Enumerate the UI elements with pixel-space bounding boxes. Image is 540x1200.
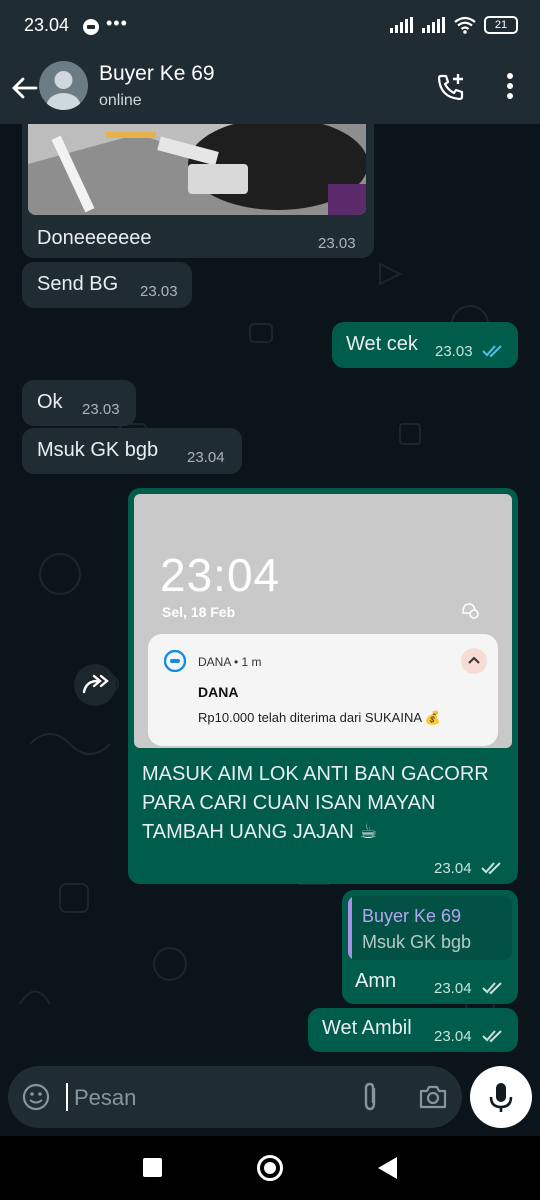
whatsapp-notification-icon — [83, 19, 99, 35]
lock-screen-time: 23:04 — [160, 549, 281, 601]
collapse-icon — [461, 648, 487, 674]
message-time: 23.03 — [435, 343, 473, 360]
lock-screen-date: Sel, 18 Feb — [162, 604, 236, 620]
home-button[interactable] — [257, 1155, 283, 1181]
message-composer — [8, 1066, 462, 1128]
sticker-icon[interactable] — [22, 1083, 50, 1111]
wifi-icon — [454, 16, 476, 34]
delivered-receipt-icon — [481, 862, 501, 875]
message-text: Wet cek — [346, 333, 418, 355]
message-text: Msuk GK bgb — [37, 439, 159, 461]
message-time: 23.04 — [187, 449, 225, 466]
recent-apps-button[interactable] — [143, 1158, 162, 1177]
message-text: Ok — [37, 391, 63, 413]
contact-status: online — [99, 92, 142, 109]
message-outgoing-reply[interactable]: Buyer Ke 69 Msuk GK bgb Amn 23.04 — [342, 890, 518, 1004]
add-call-icon[interactable] — [436, 72, 466, 102]
message-time: 23.03 — [82, 401, 120, 418]
dana-logo-icon — [164, 650, 186, 672]
message-incoming-image[interactable]: Doneeeeeee 23.03 — [22, 124, 374, 258]
message-time: 23.04 — [434, 980, 472, 997]
voice-message-button[interactable] — [470, 1066, 532, 1128]
notification-body: Rp10.000 telah diterima dari SUKAINA 💰 — [198, 710, 442, 725]
quote-text: Msuk GK bgb — [362, 932, 472, 952]
message-text: Doneeeeeee — [37, 227, 152, 249]
message-outgoing[interactable]: Wet cek 23.03 — [332, 322, 518, 368]
message-outgoing-image[interactable]: 23:04 Sel, 18 Feb DANA • 1 m DANA Rp10.0… — [128, 488, 518, 884]
forward-button[interactable] — [74, 664, 116, 706]
signal-icon-2 — [422, 17, 445, 33]
message-time: 23.03 — [318, 235, 356, 252]
quote-author: Buyer Ke 69 — [362, 906, 462, 926]
message-text: Wet Ambil — [322, 1017, 412, 1039]
system-navigation-bar — [0, 1136, 540, 1200]
message-time: 23.04 — [434, 1028, 472, 1045]
status-bar: 23.04 ••• 21 — [0, 0, 540, 54]
notification-card: DANA • 1 m DANA Rp10.000 telah diterima … — [148, 634, 498, 746]
battery-level: 21 — [494, 19, 508, 31]
back-arrow-icon[interactable] — [10, 74, 38, 102]
message-time: 23.04 — [434, 860, 472, 877]
more-options-icon[interactable] — [500, 70, 520, 102]
message-input[interactable] — [74, 1083, 344, 1113]
reply-quote[interactable]: Buyer Ke 69 Msuk GK bgb — [348, 896, 512, 960]
message-text: MASUK AIM LOK ANTI BAN GACORR PARA CARI … — [142, 763, 489, 843]
signal-icon — [390, 17, 413, 33]
message-text: Send BG — [37, 273, 119, 295]
photo-content — [28, 124, 366, 215]
contact-name[interactable]: Buyer Ke 69 — [99, 62, 215, 86]
message-incoming[interactable]: Send BG 23.03 — [22, 262, 192, 308]
notification-title: DANA — [198, 684, 239, 700]
avatar[interactable] — [39, 61, 88, 110]
read-receipt-icon — [482, 345, 502, 358]
camera-icon[interactable] — [418, 1083, 448, 1111]
text-cursor — [66, 1083, 68, 1111]
battery-icon: 21 — [484, 16, 518, 34]
message-incoming[interactable]: Msuk GK bgb 23.04 — [22, 428, 242, 474]
microphone-icon — [489, 1083, 513, 1112]
attach-icon[interactable] — [358, 1081, 382, 1113]
system-back-button[interactable] — [378, 1157, 397, 1179]
photo-thumbnail[interactable] — [28, 124, 366, 215]
delivered-receipt-icon — [482, 982, 502, 995]
chat-header: Buyer Ke 69 online — [0, 54, 540, 124]
message-incoming[interactable]: Ok 23.03 — [22, 380, 136, 426]
message-outgoing[interactable]: Wet Ambil 23.04 — [308, 1008, 518, 1052]
quote-bar — [348, 896, 352, 960]
delivered-receipt-icon — [482, 1030, 502, 1043]
default-avatar-icon — [46, 71, 81, 110]
alarm-icon — [462, 603, 479, 619]
status-time: 23.04 — [24, 15, 70, 35]
screenshot-image[interactable]: 23:04 Sel, 18 Feb DANA • 1 m DANA Rp10.0… — [134, 494, 512, 748]
forward-icon — [82, 674, 109, 694]
message-text: Amn — [355, 970, 397, 992]
notification-app: DANA • 1 m — [198, 655, 262, 669]
message-time: 23.03 — [140, 283, 178, 300]
chat-area[interactable]: Doneeeeeee 23.03 Send BG 23.03 Wet cek 2… — [0, 124, 540, 1064]
more-notifications-icon: ••• — [106, 13, 128, 33]
